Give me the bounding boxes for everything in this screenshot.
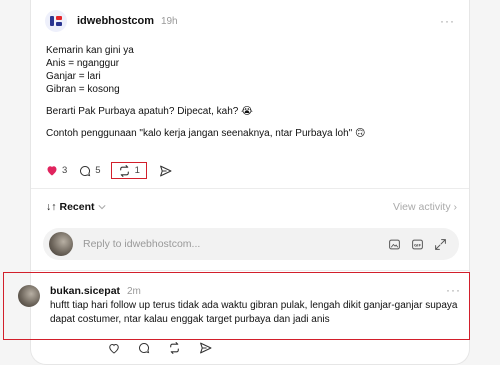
post-actions: 3 5 1 xyxy=(46,162,184,179)
chevron-down-icon xyxy=(97,205,106,210)
send-icon xyxy=(159,165,172,176)
divider xyxy=(31,270,469,271)
expand-icon[interactable] xyxy=(434,238,447,251)
comment-icon xyxy=(80,165,91,176)
post-paragraph: Berarti Pak Purbaya apatuh? Dipecat, kah… xyxy=(46,106,253,117)
brand-logo-icon xyxy=(50,16,62,26)
post-paragraph: Contoh penggunaan "kalo kerja jangan see… xyxy=(46,128,366,139)
reply-button[interactable]: 5 xyxy=(79,162,101,179)
repost-button[interactable]: 1 xyxy=(110,162,147,179)
avatar xyxy=(49,232,73,256)
sort-selector[interactable]: ↓↑ Recent xyxy=(46,201,106,213)
like-button[interactable]: 3 xyxy=(46,162,67,179)
avatar[interactable] xyxy=(18,285,40,307)
post-body: Kemarin kan gini ya Anis = nganggur Ganj… xyxy=(46,44,456,140)
repost-count: 1 xyxy=(134,165,140,176)
brand-logo[interactable] xyxy=(45,10,67,32)
post-line: Ganjar = lari xyxy=(46,71,101,82)
repost-icon[interactable] xyxy=(168,342,181,354)
svg-text:GIF: GIF xyxy=(414,242,422,247)
highlighted-comment: bukan.sicepat 2m ··· huftt tiap hari fol… xyxy=(3,272,470,340)
post-line: Anis = nganggur xyxy=(46,58,120,69)
comment-username[interactable]: bukan.sicepat xyxy=(50,285,120,297)
like-count: 3 xyxy=(62,165,68,176)
post-line: Gibran = kosong xyxy=(46,84,120,95)
divider xyxy=(31,188,469,189)
image-icon[interactable] xyxy=(388,238,401,251)
sort-label: Recent xyxy=(59,201,95,213)
post-header: idwebhostcom 19h xyxy=(45,10,178,32)
heart-filled-icon xyxy=(47,166,57,176)
share-button[interactable] xyxy=(159,162,172,179)
repost-icon xyxy=(119,164,129,177)
send-icon[interactable] xyxy=(199,342,212,354)
reply-count: 5 xyxy=(95,165,101,176)
comment-text: huftt tiap hari follow up terus tidak ad… xyxy=(50,300,458,325)
reply-tools: GIF xyxy=(388,238,447,251)
sort-arrows-icon: ↓↑ xyxy=(46,201,57,213)
reply-placeholder: Reply to idwebhostcom... xyxy=(83,238,201,250)
comment-header: bukan.sicepat 2m xyxy=(50,285,141,297)
post-line: Kemarin kan gini ya xyxy=(46,45,134,56)
post-timestamp: 19h xyxy=(160,16,178,27)
comment-more-button[interactable]: ··· xyxy=(446,283,461,297)
reply-input[interactable]: Reply to idwebhostcom... GIF xyxy=(43,228,459,260)
view-activity-link[interactable]: View activity › xyxy=(393,201,457,213)
gif-icon[interactable]: GIF xyxy=(411,238,424,251)
heart-icon[interactable] xyxy=(108,343,120,354)
comment-icon[interactable] xyxy=(138,342,150,354)
post-more-button[interactable]: ··· xyxy=(440,14,455,28)
post-username[interactable]: idwebhostcom xyxy=(77,15,154,27)
comment-timestamp: 2m xyxy=(126,286,141,297)
comment-actions xyxy=(108,342,212,354)
